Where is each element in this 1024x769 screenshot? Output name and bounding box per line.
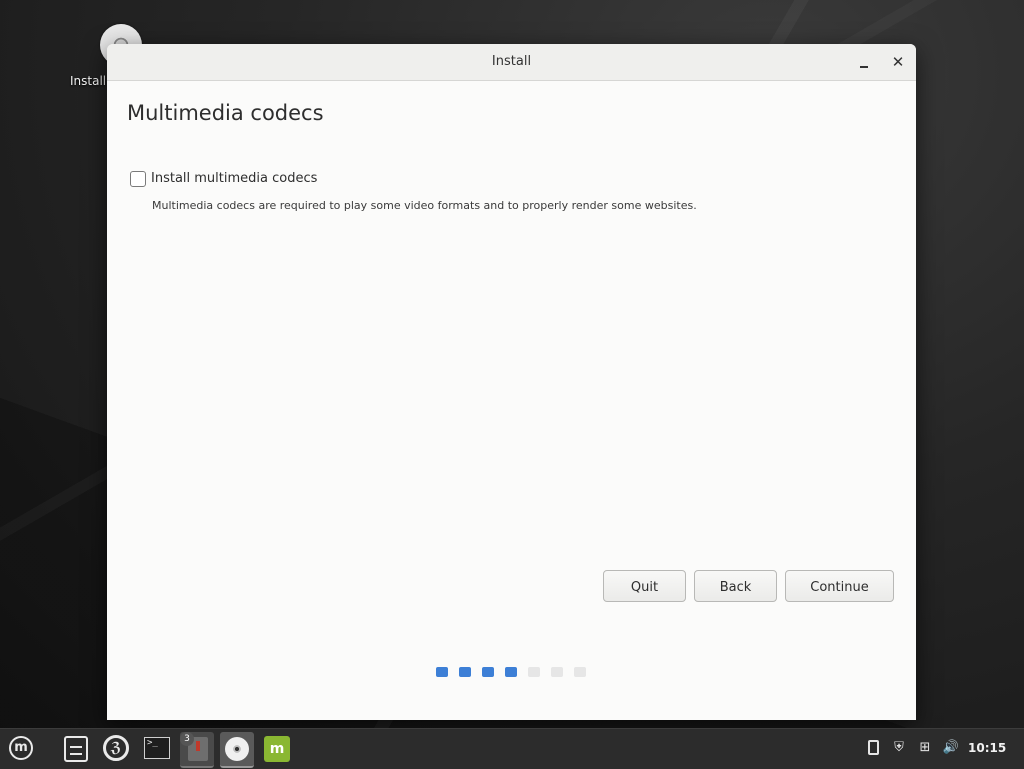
update-manager-tray-button[interactable]: ⛨ <box>890 739 908 757</box>
firefox-launcher[interactable]: ℨ <box>100 732 134 766</box>
file-cabinet-icon <box>64 736 88 762</box>
installer-task-button[interactable] <box>220 732 254 768</box>
file-manager-launcher[interactable] <box>60 732 94 766</box>
clipboard-icon <box>868 740 879 755</box>
window-title: Install <box>491 54 532 69</box>
desktop-icon-label: Install <box>70 74 107 88</box>
volume-tray-button[interactable]: 🔊 <box>942 739 960 757</box>
disc-icon <box>225 737 249 761</box>
grouped-windows-button[interactable]: 3 <box>180 732 214 768</box>
progress-step-7 <box>574 667 586 677</box>
progress-step-1 <box>436 667 448 677</box>
window-titlebar[interactable]: Install ✕ <box>107 44 916 81</box>
progress-indicator <box>436 667 596 677</box>
terminal-icon: >_ <box>144 737 170 759</box>
clipboard-tray-button[interactable] <box>866 739 882 757</box>
shield-icon: ⛨ <box>894 740 904 755</box>
codec-description: Multimedia codecs are required to play s… <box>152 199 697 212</box>
start-menu-button[interactable]: m <box>4 732 38 766</box>
progress-step-3 <box>482 667 494 677</box>
mint-app-icon: m <box>264 736 290 762</box>
install-codecs-checkbox[interactable] <box>130 171 146 187</box>
progress-step-6 <box>551 667 563 677</box>
mint-logo-icon: m <box>9 736 33 760</box>
continue-button[interactable]: Continue <box>785 570 894 602</box>
progress-step-4 <box>505 667 517 677</box>
progress-step-5 <box>528 667 540 677</box>
quit-button[interactable]: Quit <box>603 570 686 602</box>
network-icon: ⊞ <box>919 740 931 755</box>
mint-welcome-launcher[interactable]: m <box>260 732 294 766</box>
minimize-button[interactable] <box>854 52 874 72</box>
firefox-icon: ℨ <box>103 735 129 761</box>
progress-step-2 <box>459 667 471 677</box>
install-window: Install ✕ Multimedia codecs Install mult… <box>107 44 916 720</box>
taskbar: m ℨ >_ 3 m ⛨ ⊞ 🔊 10:15 <box>0 728 1024 769</box>
window-count-badge: 3 <box>180 732 194 746</box>
minimize-icon <box>860 66 868 68</box>
volume-icon: 🔊 <box>942 740 960 755</box>
close-button[interactable]: ✕ <box>888 52 908 72</box>
page-title: Multimedia codecs <box>127 101 324 125</box>
install-codecs-label[interactable]: Install multimedia codecs <box>151 171 317 186</box>
network-tray-button[interactable]: ⊞ <box>915 739 935 757</box>
close-icon: ✕ <box>891 53 905 71</box>
clock[interactable]: 10:15 <box>968 739 1008 757</box>
back-button[interactable]: Back <box>694 570 777 602</box>
terminal-launcher[interactable]: >_ <box>140 732 174 766</box>
